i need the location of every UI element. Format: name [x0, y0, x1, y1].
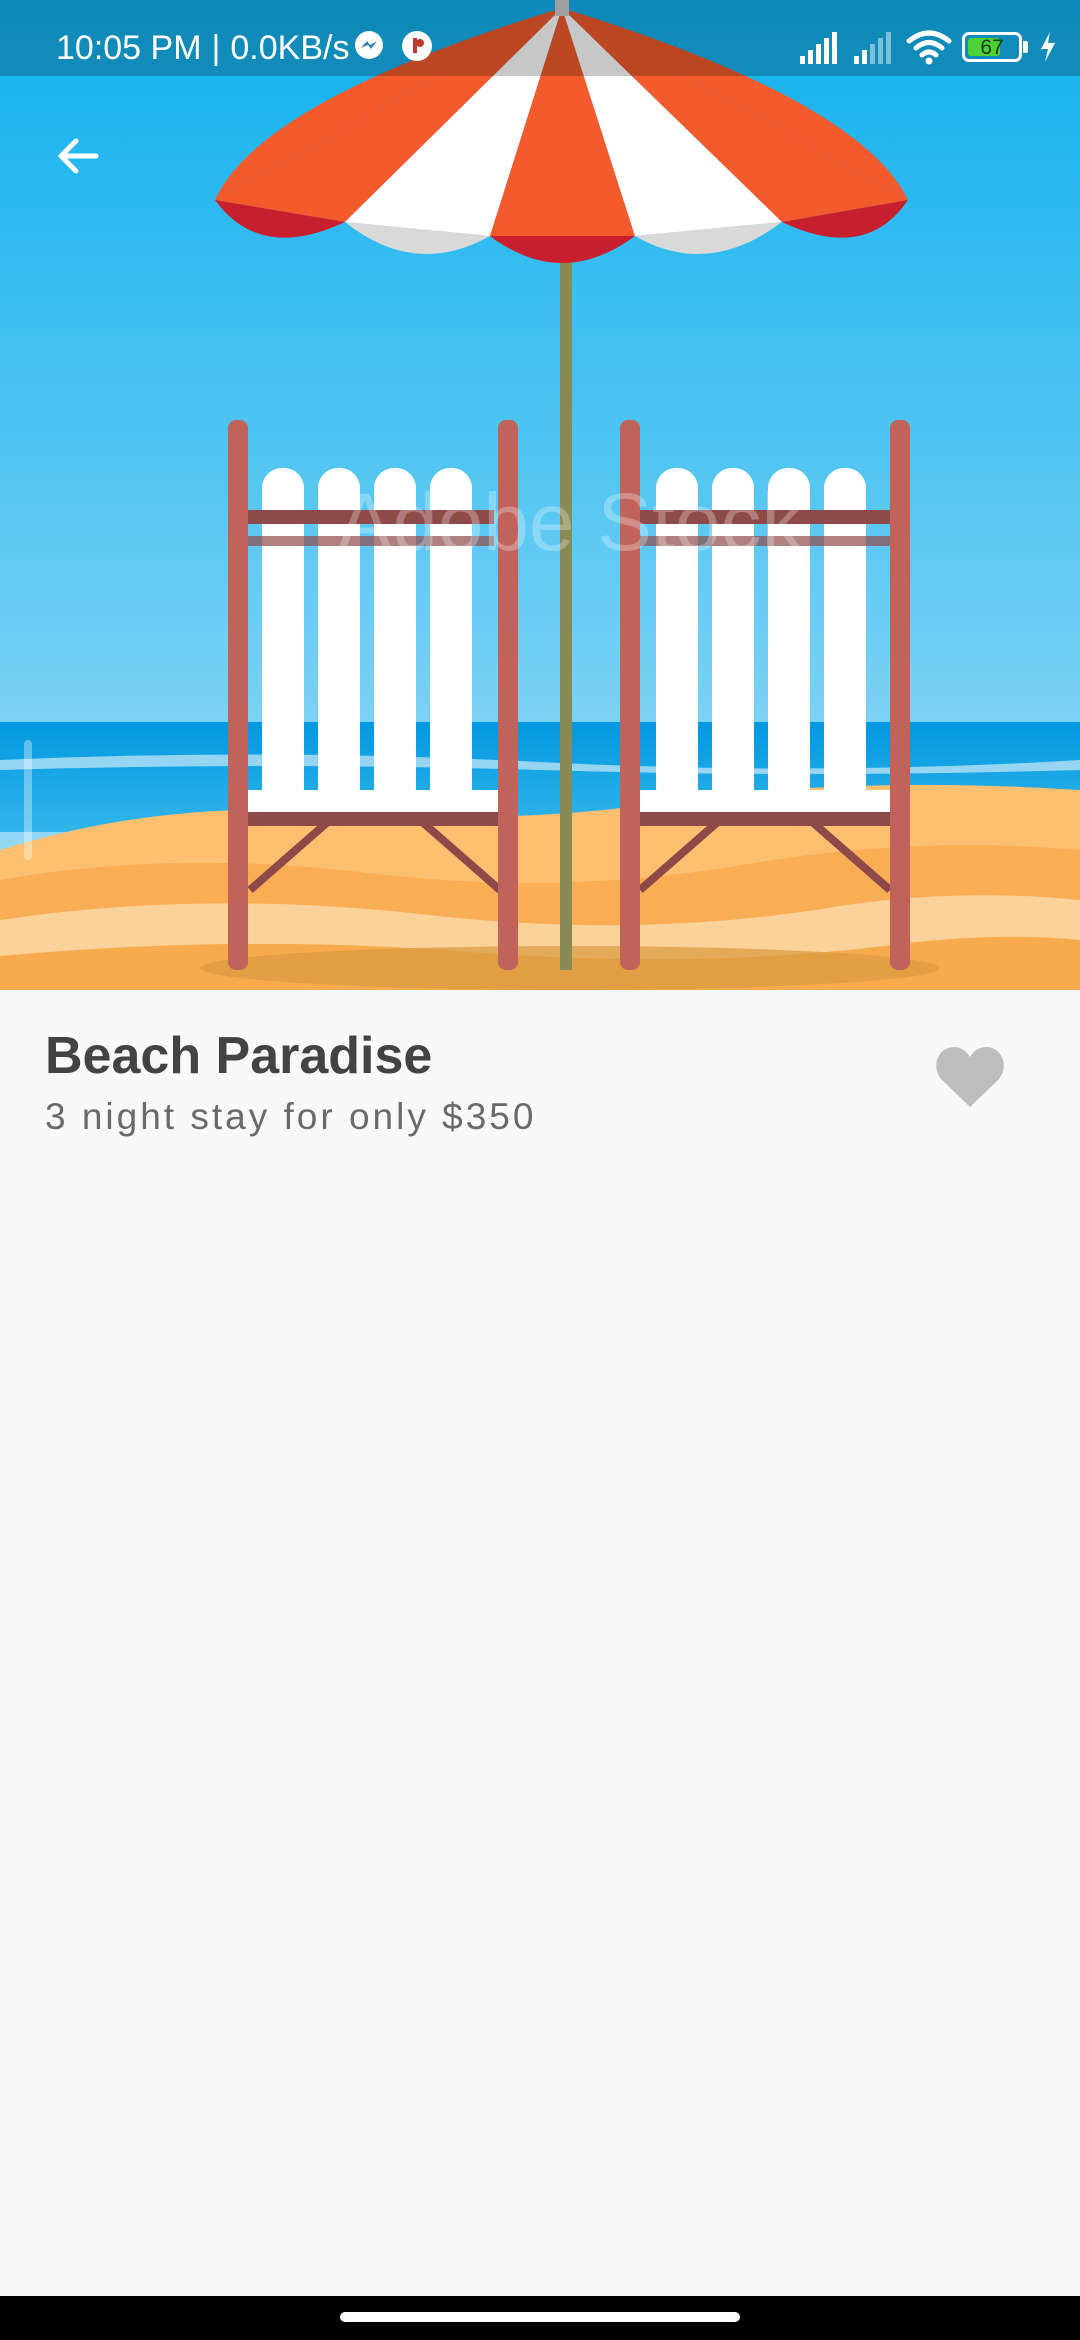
favorite-button[interactable]: [922, 1036, 1018, 1120]
beach-illustration: Adobe Stock: [0, 0, 1080, 990]
status-separator: |: [211, 29, 221, 67]
notification-icons: [352, 29, 434, 65]
system-nav-bar: [0, 2296, 1080, 2340]
status-time-group: 10:05 PM | 0.0KB/s: [56, 0, 349, 76]
battery-icon: 67: [962, 32, 1022, 62]
watermark-text: Adobe Stock: [338, 477, 804, 568]
signal-icon: [854, 32, 891, 64]
wifi-icon: [906, 30, 952, 65]
charging-icon: [1041, 32, 1055, 62]
battery-nub: [1023, 41, 1028, 53]
scroll-indicator: [24, 740, 32, 860]
network-speed: 0.0KB/s: [230, 29, 350, 67]
arrow-left-icon: [58, 138, 99, 174]
status-bar: 10:05 PM | 0.0KB/s 67: [0, 0, 1080, 76]
back-button[interactable]: [40, 118, 116, 194]
signal-icon: [800, 32, 837, 64]
destination-title: Beach Paradise: [45, 1027, 433, 1085]
hero-image: Adobe Stock 10:05 PM | 0.0KB/s 67: [0, 0, 1080, 990]
app-notification-icon: [402, 31, 432, 61]
destination-subtitle: 3 night stay for only $350: [45, 1096, 537, 1137]
messenger-icon: [355, 31, 383, 59]
battery-level: 67: [980, 36, 1004, 59]
heart-icon: [936, 1047, 1004, 1107]
home-indicator[interactable]: [340, 2312, 740, 2322]
detail-content: Beach Paradise 3 night stay for only $35…: [0, 990, 1080, 2296]
system-icons: 67: [798, 27, 1058, 67]
status-time: 10:05 PM: [56, 29, 202, 67]
